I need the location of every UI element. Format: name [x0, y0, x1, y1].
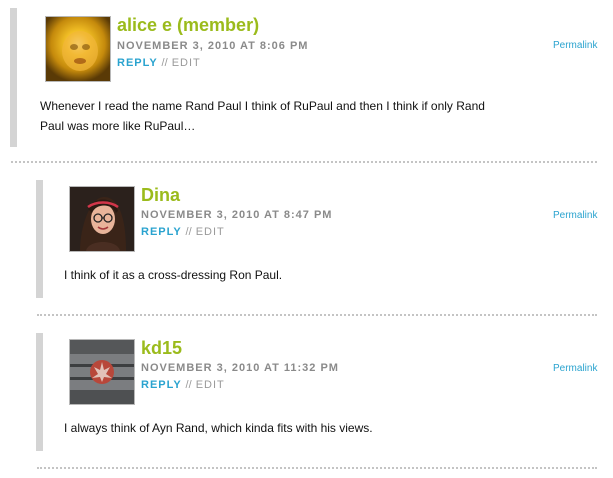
comment-divider — [37, 467, 597, 469]
comment-date: NOVEMBER 3, 2010 AT 11:32 PM — [141, 362, 339, 374]
comment-author[interactable]: kd15 — [141, 338, 182, 358]
comment-actions: REPLY // EDIT — [141, 378, 225, 392]
edit-link[interactable]: EDIT — [172, 57, 201, 69]
permalink-link[interactable]: Permalink — [553, 40, 597, 52]
actions-separator: // — [185, 226, 192, 238]
thread-bar — [36, 180, 43, 298]
edit-link[interactable]: EDIT — [196, 379, 225, 391]
comment-date: NOVEMBER 3, 2010 AT 8:06 PM — [117, 40, 309, 52]
comment-body: I always think of Ayn Rand, which kinda … — [64, 421, 373, 435]
comment-actions: REPLY // EDIT — [117, 56, 201, 70]
actions-separator: // — [185, 379, 192, 391]
permalink-link[interactable]: Permalink — [553, 210, 597, 222]
actions-separator: // — [161, 57, 168, 69]
comment-actions: REPLY // EDIT — [141, 225, 225, 239]
edit-link[interactable]: EDIT — [196, 226, 225, 238]
rebel-alliance-emblem-avatar[interactable] — [69, 339, 135, 405]
comment-kd15: kd15 NOVEMBER 3, 2010 AT 11:32 PM REPLY … — [0, 315, 613, 465]
reply-link[interactable]: REPLY — [117, 57, 157, 69]
comment-dina: Dina NOVEMBER 3, 2010 AT 8:47 PM REPLY /… — [0, 162, 613, 312]
reply-link[interactable]: REPLY — [141, 226, 181, 238]
blurry-face-avatar[interactable] — [45, 16, 111, 82]
thread-bar — [36, 333, 43, 451]
thread-bar — [10, 8, 17, 147]
woman-with-glasses-avatar[interactable] — [69, 186, 135, 252]
permalink-link[interactable]: Permalink — [553, 363, 597, 375]
comment-date: NOVEMBER 3, 2010 AT 8:47 PM — [141, 209, 333, 221]
comment-author[interactable]: alice e (member) — [117, 15, 259, 35]
comment-body: I think of it as a cross-dressing Ron Pa… — [64, 268, 283, 282]
reply-link[interactable]: REPLY — [141, 379, 181, 391]
comment-author[interactable]: Dina — [141, 185, 180, 205]
comment-alice: alice e (member) NOVEMBER 3, 2010 AT 8:0… — [0, 0, 613, 160]
comment-body: Whenever I read the name Rand Paul I thi… — [40, 99, 485, 133]
comment-thread: alice e (member) NOVEMBER 3, 2010 AT 8:0… — [0, 0, 613, 478]
